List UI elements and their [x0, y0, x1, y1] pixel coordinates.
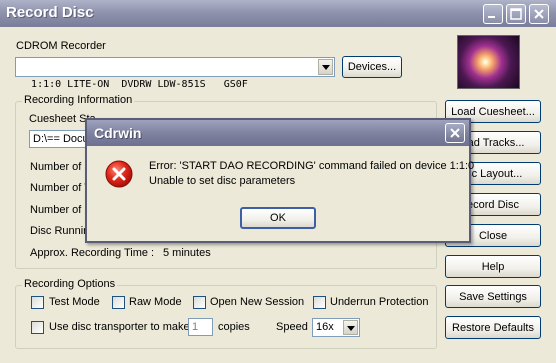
chevron-down-icon — [322, 65, 330, 70]
error-icon — [105, 160, 133, 188]
recording-options-group: Recording Options — [15, 278, 437, 349]
ok-button[interactable]: OK — [240, 207, 316, 229]
cuesheet-path-field[interactable]: D:\== Docu — [29, 130, 89, 148]
window-title: Record Disc — [6, 4, 94, 21]
speed-selected-value: 16x — [316, 321, 334, 333]
maximize-icon — [510, 8, 522, 20]
info-row-copies: Number of C — [30, 204, 93, 216]
dialog-message-line2: Unable to set disc parameters — [149, 175, 296, 187]
info-row-disc-running: Disc Runnin — [30, 225, 90, 237]
close-icon — [534, 9, 544, 19]
minimize-button[interactable] — [483, 4, 503, 24]
open-new-session-checkbox[interactable] — [193, 296, 206, 309]
chevron-down-icon — [347, 326, 355, 331]
copies-input[interactable]: 1 — [188, 318, 213, 336]
copies-label: copies — [218, 321, 250, 333]
minimize-icon — [488, 16, 495, 18]
help-button[interactable]: Help — [445, 255, 541, 278]
info-row-tracks: Number of T — [30, 182, 91, 194]
close-window-button[interactable] — [529, 4, 549, 24]
disc-transporter-checkbox[interactable] — [31, 321, 44, 334]
dialog-title: Cdrwin — [94, 125, 142, 141]
app-logo — [457, 35, 520, 89]
underrun-protection-checkbox[interactable] — [313, 296, 326, 309]
close-icon — [450, 128, 460, 138]
recording-info-title: Recording Information — [22, 94, 135, 106]
speed-dropdown-arrow[interactable] — [343, 320, 358, 335]
dialog-message-line1: Error: 'START DAO RECORDING' command fai… — [149, 160, 475, 172]
approx-time-value: 5 minutes — [163, 247, 211, 259]
maximize-button[interactable] — [506, 4, 526, 24]
save-settings-button[interactable]: Save Settings — [445, 285, 541, 308]
window-title-bar[interactable]: Record Disc — [0, 0, 556, 27]
open-new-session-label: Open New Session — [210, 296, 305, 308]
recorder-select[interactable]: 1:1:0 LITE-ON DVDRW LDW-851S GS0F — [15, 57, 335, 90]
restore-defaults-button[interactable]: Restore Defaults — [445, 316, 541, 339]
raw-mode-checkbox[interactable] — [112, 296, 125, 309]
dialog-title-bar[interactable]: Cdrwin — [87, 120, 469, 146]
speed-select[interactable]: 16x — [312, 318, 360, 337]
recording-options-title: Recording Options — [22, 278, 118, 290]
underrun-protection-label: Underrun Protection — [330, 296, 429, 308]
error-dialog: Cdrwin Error: 'START DAO RECORDING' comm… — [85, 118, 475, 243]
dialog-close-button[interactable] — [445, 123, 465, 143]
raw-mode-label: Raw Mode — [129, 296, 182, 308]
disc-transporter-label: Use disc transporter to make — [49, 321, 190, 333]
info-row-files: Number of F — [30, 161, 92, 173]
recorder-selected-value: 1:1:0 LITE-ON DVDRW LDW-851S GS0F — [31, 79, 248, 90]
devices-button[interactable]: Devices... — [342, 56, 402, 78]
recorder-label: CDROM Recorder — [16, 40, 106, 52]
approx-time-label: Approx. Recording Time : — [30, 247, 155, 259]
test-mode-checkbox[interactable] — [31, 296, 44, 309]
recorder-dropdown-arrow[interactable] — [318, 59, 333, 75]
speed-label: Speed — [276, 321, 308, 333]
test-mode-label: Test Mode — [49, 296, 100, 308]
